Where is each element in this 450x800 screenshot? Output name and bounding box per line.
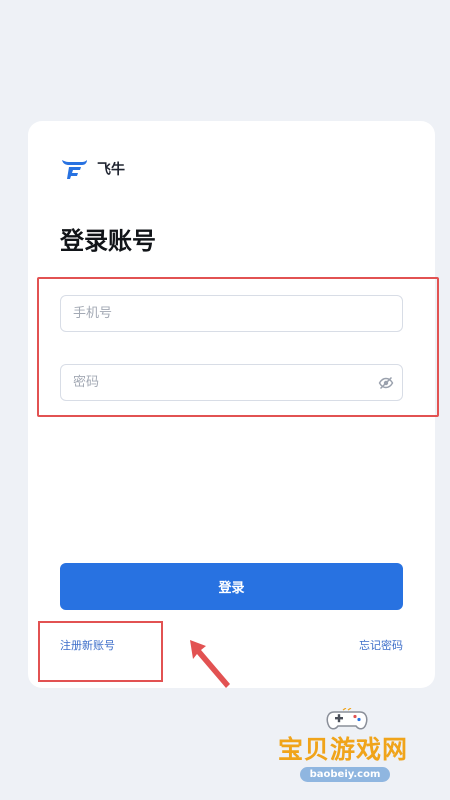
- password-field[interactable]: [60, 364, 403, 401]
- login-button[interactable]: 登录: [60, 563, 403, 610]
- brand: 飞牛: [60, 158, 125, 180]
- watermark: 宝贝游戏网 baobeiy.com: [272, 708, 422, 798]
- eye-off-icon[interactable]: [378, 375, 394, 391]
- password-input[interactable]: [61, 365, 402, 400]
- phone-input[interactable]: [61, 296, 402, 331]
- page-title: 登录账号: [60, 227, 156, 255]
- arrow-icon: [190, 640, 230, 688]
- login-card: 飞牛 登录账号 登录 注册新账号 忘记密码: [28, 121, 435, 688]
- phone-field[interactable]: [60, 295, 403, 332]
- register-link[interactable]: 注册新账号: [60, 637, 115, 653]
- brand-name: 飞牛: [97, 162, 125, 178]
- forgot-password-link[interactable]: 忘记密码: [359, 637, 403, 653]
- watermark-url: baobeiy.com: [300, 767, 390, 782]
- gamepad-icon: [326, 708, 368, 730]
- watermark-title: 宝贝游戏网: [278, 735, 409, 764]
- bull-logo-icon: [62, 160, 87, 179]
